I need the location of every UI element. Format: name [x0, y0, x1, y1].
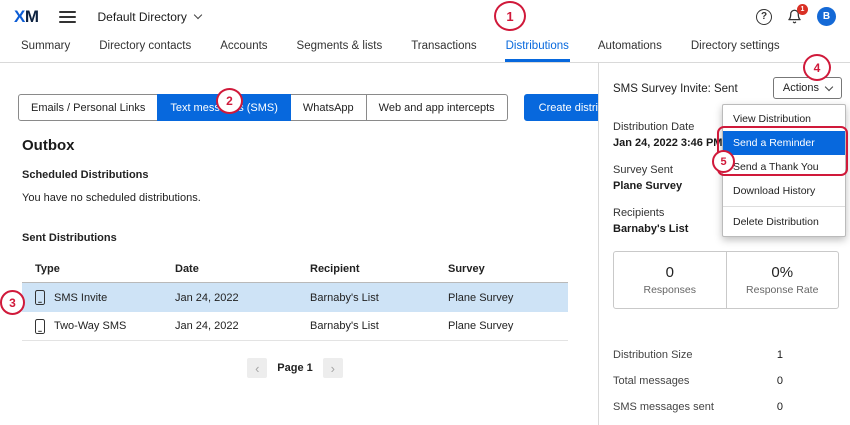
top-bar: X M Default Directory ? 1 B — [0, 0, 850, 33]
notification-badge: 1 — [797, 4, 808, 15]
annotation-step-5: 5 — [712, 150, 735, 173]
metric-label: SMS messages sent — [613, 401, 714, 413]
annotation-step-3: 3 — [0, 290, 25, 315]
row-type: Two-Way SMS — [54, 320, 126, 332]
metric-value: 1 — [777, 349, 783, 361]
menu-divider — [723, 206, 845, 207]
pagination: ‹ Page 1 › — [22, 358, 568, 378]
column-header-survey: Survey — [448, 263, 568, 275]
detail-panel-title: SMS Survey Invite: Sent — [613, 83, 738, 95]
row-recipient: Barnaby's List — [310, 320, 448, 332]
actions-dropdown-menu: View Distribution Send a Reminder Send a… — [722, 104, 846, 237]
response-rate-label: Response Rate — [746, 284, 818, 296]
annotation-step-4: 4 — [803, 54, 831, 81]
xm-logo: X M — [14, 7, 39, 27]
hamburger-menu-icon[interactable] — [59, 11, 76, 23]
chevron-down-icon — [825, 82, 833, 90]
phone-icon — [35, 290, 45, 305]
response-rate-value: 0% — [771, 264, 793, 281]
metric-value: 0 — [777, 401, 783, 413]
row-date: Jan 24, 2022 — [175, 292, 310, 304]
column-header-date: Date — [175, 263, 310, 275]
row-survey: Plane Survey — [448, 292, 568, 304]
table-row-sms-invite[interactable]: SMS Invite Jan 24, 2022 Barnaby's List P… — [22, 283, 568, 312]
app-window: X M Default Directory ? 1 B Summary Dire… — [0, 0, 850, 425]
tab-automations[interactable]: Automations — [597, 33, 663, 62]
tab-directory-contacts[interactable]: Directory contacts — [98, 33, 192, 62]
phone-icon — [35, 319, 45, 334]
channel-selector: Emails / Personal Links Text messages (S… — [18, 94, 643, 121]
scheduled-distributions-heading: Scheduled Distributions — [22, 169, 149, 181]
response-stats-box: 0 Responses 0% Response Rate — [613, 251, 839, 309]
metric-label: Total messages — [613, 375, 689, 387]
previous-page-button[interactable]: ‹ — [247, 358, 267, 378]
menu-item-send-a-reminder[interactable]: Send a Reminder — [723, 131, 845, 155]
row-date: Jan 24, 2022 — [175, 320, 310, 332]
actions-button[interactable]: Actions — [773, 77, 842, 99]
distributions-main: Emails / Personal Links Text messages (S… — [0, 63, 598, 425]
row-recipient: Barnaby's List — [310, 292, 448, 304]
xm-logo-m: M — [25, 7, 39, 27]
survey-sent-label: Survey Sent — [613, 164, 673, 176]
metric-value: 0 — [777, 375, 783, 387]
column-header-type: Type — [22, 263, 175, 275]
tab-summary[interactable]: Summary — [20, 33, 71, 62]
directory-dropdown-label: Default Directory — [98, 10, 187, 24]
metric-total-messages: Total messages 0 — [613, 375, 783, 387]
recipients-label: Recipients — [613, 207, 664, 219]
tab-accounts[interactable]: Accounts — [219, 33, 268, 62]
table-row-two-way-sms[interactable]: Two-Way SMS Jan 24, 2022 Barnaby's List … — [22, 312, 568, 341]
metric-distribution-size: Distribution Size 1 — [613, 349, 783, 361]
table-header-row: Type Date Recipient Survey — [22, 255, 568, 283]
distribution-date-label: Distribution Date — [613, 121, 694, 133]
sent-distributions-heading: Sent Distributions — [22, 232, 117, 244]
channel-web-intercepts-button[interactable]: Web and app intercepts — [366, 94, 508, 121]
topbar-actions: ? 1 B — [756, 7, 836, 26]
chevron-down-icon — [194, 11, 202, 19]
tab-transactions[interactable]: Transactions — [410, 33, 477, 62]
tab-segments-lists[interactable]: Segments & lists — [296, 33, 384, 62]
responses-count: 0 — [666, 264, 674, 281]
metric-label: Distribution Size — [613, 349, 692, 361]
metric-sms-messages-sent: SMS messages sent 0 — [613, 401, 783, 413]
avatar[interactable]: B — [817, 7, 836, 26]
next-page-button[interactable]: › — [323, 358, 343, 378]
sent-distributions-table: Type Date Recipient Survey SMS Invite Ja… — [22, 255, 568, 341]
page-label: Page 1 — [277, 362, 312, 374]
annotation-step-2: 2 — [216, 88, 243, 114]
column-header-recipient: Recipient — [310, 263, 448, 275]
survey-sent-value: Plane Survey — [613, 180, 682, 192]
responses-label: Responses — [643, 284, 696, 296]
notifications-button[interactable]: 1 — [787, 9, 802, 24]
help-button[interactable]: ? — [756, 9, 772, 25]
response-rate-stat: 0% Response Rate — [726, 252, 839, 308]
directory-dropdown[interactable]: Default Directory — [98, 10, 201, 24]
annotation-step-1: 1 — [494, 1, 526, 31]
tab-distributions[interactable]: Distributions — [505, 33, 570, 62]
tab-directory-settings[interactable]: Directory settings — [690, 33, 781, 62]
channel-emails-button[interactable]: Emails / Personal Links — [18, 94, 158, 121]
row-survey: Plane Survey — [448, 320, 568, 332]
scheduled-distributions-empty-text: You have no scheduled distributions. — [22, 192, 201, 204]
menu-item-delete-distribution[interactable]: Delete Distribution — [723, 210, 845, 234]
row-type: SMS Invite — [54, 292, 107, 304]
outbox-title: Outbox — [22, 137, 75, 154]
directory-tab-bar: Summary Directory contacts Accounts Segm… — [0, 33, 850, 63]
actions-button-label: Actions — [783, 82, 819, 94]
recipients-value: Barnaby's List — [613, 223, 688, 235]
channel-whatsapp-button[interactable]: WhatsApp — [290, 94, 367, 121]
xm-logo-x: X — [14, 7, 25, 27]
menu-item-download-history[interactable]: Download History — [723, 179, 845, 203]
menu-item-view-distribution[interactable]: View Distribution — [723, 107, 845, 131]
distribution-date-value: Jan 24, 2022 3:46 PM — [613, 137, 722, 149]
menu-item-send-a-thank-you[interactable]: Send a Thank You — [723, 155, 845, 179]
responses-stat: 0 Responses — [614, 252, 726, 308]
